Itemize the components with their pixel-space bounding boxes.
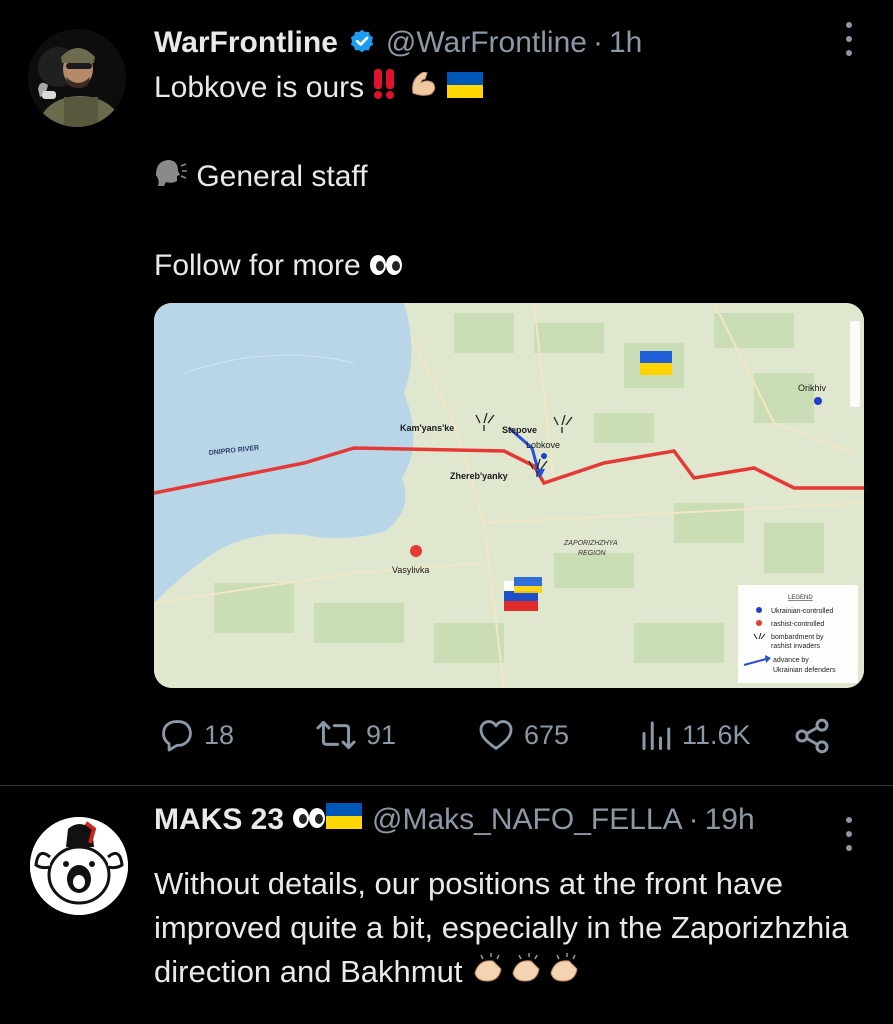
views-button[interactable]: 11.6K [638, 716, 751, 754]
map-label-region-2: REGION [578, 550, 607, 557]
tweet-image-map[interactable]: DNIPRO RIVER Kam'yans'ke Stepove Lobkove… [154, 303, 864, 688]
author-handle[interactable]: @Maks_NAFO_FELLA [372, 803, 683, 837]
speaking-head-icon [154, 156, 188, 200]
verified-badge-icon [348, 28, 376, 56]
map-label-region-1: ZAPORIZHZHYA [563, 540, 618, 547]
map-russia-flag [504, 577, 542, 611]
views-count: 11.6K [682, 719, 751, 750]
timestamp[interactable]: 1h [609, 26, 642, 60]
legend-ukrainian: Ukrainian-controlled [771, 608, 833, 615]
tweet-text: Lobkove is ours [154, 71, 365, 104]
legend-bombardment-2: rashist invaders [771, 643, 821, 650]
tweet-text: Follow for more [154, 249, 361, 282]
map-marker-lobkove [541, 453, 547, 459]
like-button[interactable]: 675 [476, 716, 569, 754]
share-button[interactable] [792, 716, 840, 756]
legend-title: LEGEND [788, 595, 813, 601]
share-icon [795, 718, 829, 754]
retweet-icon [316, 720, 356, 750]
tweet-text: General staff [196, 160, 368, 193]
map-label-stepove: Stepove [502, 425, 537, 435]
clapping-hands-icon [471, 951, 583, 997]
legend-rashist: rashist-controlled [771, 621, 824, 628]
legend-advance-1: advance by [773, 657, 809, 664]
author-name[interactable]: WarFrontline [154, 26, 338, 60]
reply-count: 18 [204, 719, 235, 750]
tweet-text-line-3: Follow for more [154, 244, 403, 289]
avatar[interactable] [28, 29, 126, 127]
retweet-button[interactable]: 91 [314, 716, 396, 754]
separator: · [688, 803, 699, 836]
like-count: 675 [524, 719, 570, 750]
timestamp[interactable]: 19h [705, 803, 755, 837]
double-exclamation-icon [372, 67, 398, 112]
tweet-actions: 18 91 675 11.6K [154, 716, 844, 762]
legend-bombardment-1: bombardment by [771, 634, 824, 641]
tweet-text-line-2: General staff [154, 155, 368, 200]
map-label-lobkove: Lobkove [526, 440, 560, 450]
more-options-icon[interactable] [843, 817, 855, 851]
map-marker-vasylivka [410, 545, 422, 557]
tweet-header: MAKS 23 @Maks_NAFO_FELLA · 19h [154, 803, 755, 837]
tweet-maks23[interactable]: MAKS 23 @Maks_NAFO_FELLA · 19h Without d… [0, 787, 893, 1024]
author-name[interactable]: MAKS 23 [154, 803, 284, 837]
map-label-kamyanske: Kam'yans'ke [400, 423, 454, 433]
avatar[interactable] [30, 817, 128, 915]
map-label-zherebyanky: Zhereb'yanky [450, 471, 508, 481]
tweet-text: Without details, our positions at the fr… [154, 862, 874, 997]
map-marker-orikhiv [814, 397, 822, 405]
map-label-orikhiv: Orikhiv [798, 383, 827, 393]
map-ukraine-flag [640, 351, 672, 375]
map-legend: LEGEND Ukrainian-controlled rashist-cont… [738, 585, 858, 683]
ukraine-flag-icon [326, 803, 363, 837]
like-icon [479, 720, 513, 750]
map-label-vasylivka: Vasylivka [392, 565, 429, 575]
ukraine-flag-icon [447, 67, 484, 111]
retweet-count: 91 [366, 719, 397, 750]
more-options-icon[interactable] [843, 22, 855, 56]
eyes-icon [369, 245, 403, 289]
reply-button[interactable]: 18 [158, 716, 234, 754]
tweet-text-line-1: Lobkove is ours [154, 66, 484, 112]
reply-icon [162, 720, 192, 752]
flexed-biceps-icon [407, 67, 439, 112]
views-icon [642, 721, 671, 750]
tweet-header: WarFrontline @WarFrontline · 1h [154, 24, 642, 60]
separator: · [592, 26, 603, 59]
author-handle[interactable]: @WarFrontline [386, 26, 587, 60]
legend-advance-2: Ukrainian defenders [773, 667, 836, 674]
eyes-icon [292, 803, 326, 837]
tweet-warfrontline[interactable]: WarFrontline @WarFrontline · 1h Lobkove … [0, 0, 893, 786]
